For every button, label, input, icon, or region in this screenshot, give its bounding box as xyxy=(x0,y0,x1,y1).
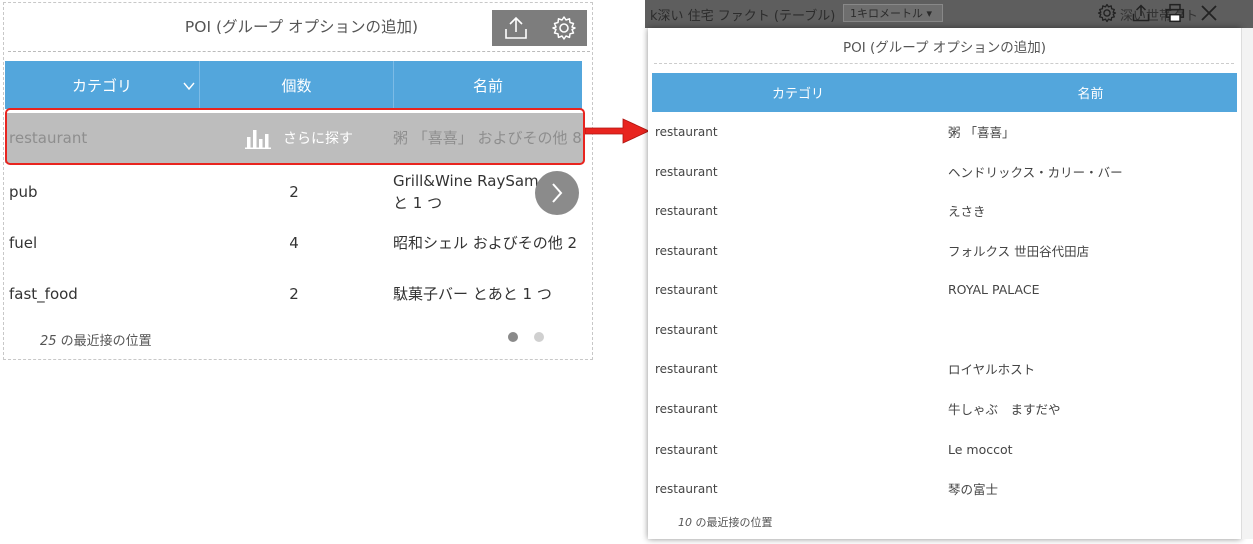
table-row[interactable]: restaurant ヘンドリックス・カリー・バー xyxy=(648,152,1241,191)
table-row[interactable]: restaurant Le moccot xyxy=(648,430,1241,469)
cell-category: restaurant xyxy=(655,243,718,258)
next-page-button[interactable] xyxy=(535,171,579,215)
background-widget-title: k深い 住宅 ファクト (テーブル) xyxy=(650,9,836,24)
popup-settings-button[interactable] xyxy=(1090,0,1124,26)
popup-table-header: カテゴリ 名前 xyxy=(652,73,1237,112)
cell-name: Le moccot xyxy=(948,442,1013,457)
table-row[interactable]: restaurant ロイヤルホスト xyxy=(648,349,1241,388)
cell-name: 牛しゃぶ ますだや xyxy=(948,402,1061,417)
print-icon xyxy=(1165,3,1185,23)
distance-dropdown[interactable]: 1キロメートル ▾ xyxy=(843,4,943,22)
popup-close-button[interactable] xyxy=(1192,0,1226,26)
popup-scroll-edge xyxy=(1241,28,1253,539)
widget-toolbar xyxy=(492,10,587,46)
column-header-category[interactable]: カテゴリ xyxy=(652,73,944,112)
cell-category: restaurant xyxy=(655,322,718,337)
cell-name: ロイヤルホスト xyxy=(948,362,1036,377)
close-icon xyxy=(1201,5,1217,21)
column-label-name: 名前 xyxy=(472,76,503,95)
table-row[interactable]: restaurant フォルクス 世田谷代田店 xyxy=(648,231,1241,270)
cell-name: 駄菓子バー とあと 1 つ xyxy=(393,285,552,303)
table-row[interactable]: restaurant xyxy=(648,310,1241,349)
cell-count: 2 xyxy=(289,285,299,303)
table-header: カテゴリ 個数 名前 xyxy=(5,61,582,109)
table-row[interactable]: fast_food 2 駄菓子バー とあと 1 つ xyxy=(5,269,585,319)
nearest-count-footer: 10 の最近接の位置 xyxy=(678,514,773,530)
poi-popup-panel: POI (グループ オプションの追加) カテゴリ 名前 restaurant 粥… xyxy=(648,28,1241,539)
table-row[interactable]: restaurant 粥 「喜喜」 xyxy=(648,112,1241,151)
column-header-name[interactable]: 名前 xyxy=(944,73,1237,112)
popup-title: POI (グループ オプションの追加) xyxy=(842,40,1047,56)
popup-print-button[interactable] xyxy=(1158,0,1192,26)
cell-name: ヘンドリックス・カリー・バー xyxy=(948,165,1123,180)
cell-category: restaurant xyxy=(655,481,718,496)
title-divider xyxy=(654,63,1234,64)
settings-gear-icon xyxy=(551,16,576,40)
table-row[interactable]: restaurant 琴の富士 xyxy=(648,469,1241,508)
table-row[interactable]: restaurant ROYAL PALACE xyxy=(648,270,1241,309)
cell-category: restaurant xyxy=(655,164,718,179)
cell-name: フォルクス 世田谷代田店 xyxy=(948,244,1090,259)
column-header-name[interactable]: 名前 xyxy=(394,61,582,109)
cell-category: pub xyxy=(9,183,38,201)
cell-category: restaurant xyxy=(655,401,718,416)
settings-button[interactable] xyxy=(540,10,587,46)
export-icon xyxy=(1132,4,1150,22)
page-dot-active[interactable] xyxy=(508,332,518,342)
column-label-category: カテゴリ xyxy=(71,76,132,95)
cell-name: 粥 「喜喜」 xyxy=(948,125,1015,140)
sort-dropdown-icon[interactable] xyxy=(183,81,195,91)
table-row[interactable]: fuel 4 昭和シェル およびその他 2 xyxy=(5,218,585,268)
settings-gear-icon xyxy=(1097,3,1117,23)
page-dot[interactable] xyxy=(534,332,544,342)
footer-count: 25 xyxy=(40,334,57,349)
annotation-highlight-box xyxy=(5,108,585,165)
cell-category: restaurant xyxy=(655,361,718,376)
cell-category: restaurant xyxy=(655,282,718,297)
popup-export-button[interactable] xyxy=(1124,0,1158,26)
column-header-category[interactable]: カテゴリ xyxy=(5,61,199,109)
export-icon xyxy=(504,16,527,39)
cell-name: 昭和シェル およびその他 2 xyxy=(393,234,578,252)
cell-count: 4 xyxy=(289,234,299,252)
title-divider xyxy=(8,51,590,52)
table-row[interactable]: restaurant えさき xyxy=(648,191,1241,230)
table-row[interactable]: restaurant 牛しゃぶ ますだや xyxy=(648,389,1241,428)
cell-name: ROYAL PALACE xyxy=(948,282,1040,297)
column-header-count[interactable]: 個数 xyxy=(200,61,393,109)
cell-category: fuel xyxy=(9,234,38,252)
footer-count: 10 xyxy=(678,516,692,529)
table-row[interactable]: pub 2 Grill&Wine RaySam とあと 1 つ xyxy=(5,167,585,217)
cell-name: 琴の富士 xyxy=(948,482,999,497)
cell-category: restaurant xyxy=(655,442,718,457)
column-label-count: 個数 xyxy=(281,76,312,95)
popup-toolbar xyxy=(1090,0,1226,26)
cell-category: restaurant xyxy=(655,203,718,218)
footer-text: の最近接の位置 xyxy=(692,516,773,529)
cell-name: えさき xyxy=(948,204,986,219)
cell-category: fast_food xyxy=(9,285,78,303)
export-button[interactable] xyxy=(492,10,539,46)
nearest-count-footer: 25 の最近接の位置 xyxy=(40,330,152,349)
cell-count: 2 xyxy=(289,183,299,201)
annotation-arrow-icon xyxy=(585,118,650,144)
footer-text: の最近接の位置 xyxy=(56,334,152,349)
cell-category: restaurant xyxy=(655,124,718,139)
chevron-right-icon xyxy=(552,183,563,203)
